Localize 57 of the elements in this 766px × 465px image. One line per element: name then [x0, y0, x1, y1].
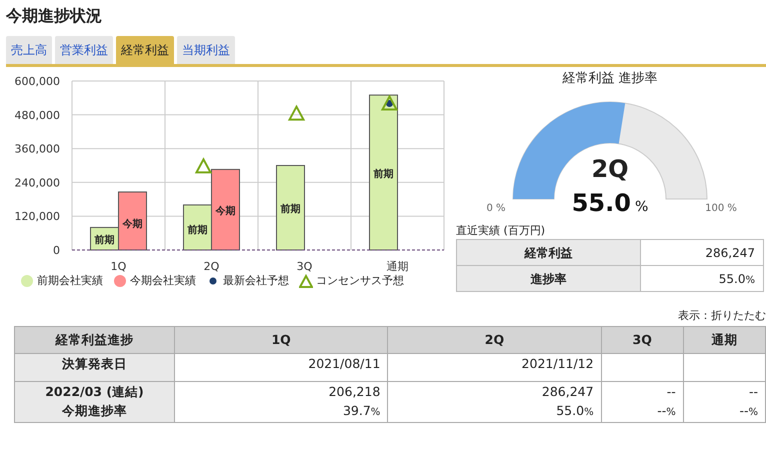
legend-label: 前期会社実績 [37, 273, 103, 289]
tab[interactable]: 売上高 [6, 36, 52, 64]
axis-label: 360,000 [14, 142, 60, 156]
column-header: 2Q [388, 326, 602, 354]
gauge-title: 経常利益 進捗率 [561, 70, 659, 88]
axis-label: 600,000 [14, 75, 60, 88]
table-cell: 経常利益 [456, 240, 641, 266]
gauge-min-label: 0 % [486, 202, 506, 214]
table-caption: 直近実績 (百万円) [456, 222, 546, 238]
consensus-marker [288, 104, 306, 121]
collapse-link[interactable]: 折りたたむ [711, 309, 766, 322]
legend-label: 最新会社予想 [223, 273, 289, 289]
bar-label: 前期 [280, 204, 300, 216]
bar-label: 今期 [216, 206, 236, 217]
column-header: 1Q [174, 326, 388, 354]
axis-label: 120,000 [14, 210, 60, 224]
gauge-max-label: 100 % [705, 202, 737, 214]
axis-label: 0 [53, 244, 60, 257]
table-cell: -- --% [683, 382, 766, 422]
bar-label: 前期 [374, 169, 394, 180]
tab[interactable]: 営業利益 [55, 36, 113, 64]
consensus-marker [380, 94, 398, 111]
column-header: 経常利益進捗 [14, 326, 174, 354]
table-cell: 286,247 [640, 240, 764, 266]
gauge-period: 2Q [591, 154, 629, 182]
table-cell: 2021/08/11 [174, 354, 388, 382]
column-header: 通期 [683, 326, 766, 354]
row-header: 決算発表日 [14, 354, 174, 382]
table-cell: 進捗率 [456, 266, 641, 292]
column-header: 3Q [601, 326, 684, 354]
bar-label: 今期 [122, 218, 142, 230]
forecast-dot [386, 100, 393, 108]
table-cell: 2021/11/12 [388, 354, 602, 382]
bar-label: 前期 [188, 224, 208, 236]
legend-icon [299, 274, 313, 288]
tab[interactable]: 経常利益 [116, 36, 174, 64]
gauge-value: 55.0 % [572, 188, 648, 216]
table-cell: -- --% [601, 382, 684, 422]
axis-label: 240,000 [14, 176, 60, 190]
legend-icon [20, 274, 34, 288]
legend-label: 今期会社実績 [130, 273, 196, 289]
table-cell: 206,218 39.7% [174, 382, 388, 422]
consensus-marker [194, 157, 212, 174]
display-label: 表示： [678, 309, 711, 322]
axis-label: 2Q [204, 260, 220, 273]
axis-label: 3Q [296, 260, 312, 273]
page-title: 今期進捗状況 [6, 5, 103, 27]
axis-label: 1Q [110, 260, 126, 273]
bar-label: 前期 [94, 235, 114, 246]
tab[interactable]: 当期利益 [177, 36, 235, 64]
row-header: 2022/03 (連結) 今期進捗率 [14, 382, 174, 422]
axis-label: 通期 [386, 260, 408, 273]
table-cell: 55.0% [640, 266, 764, 292]
table-cell: 286,247 55.0% [388, 382, 602, 422]
axis-label: 480,000 [14, 108, 60, 122]
legend-icon [113, 274, 127, 288]
legend-label: コンセンサス予想 [316, 273, 404, 289]
